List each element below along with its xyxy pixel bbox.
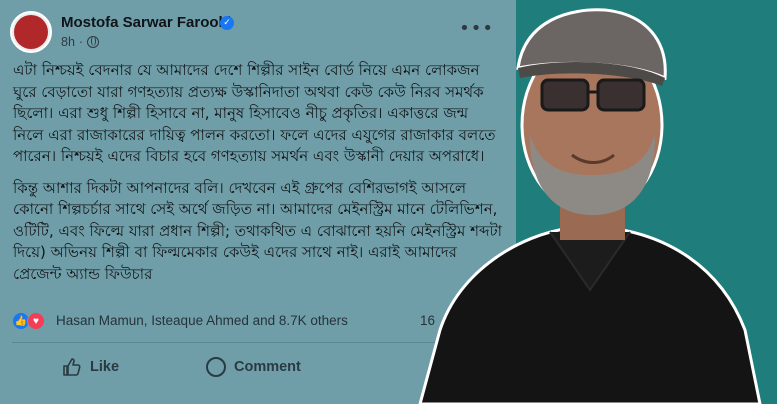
comment-bubble-icon <box>206 357 226 377</box>
comment-button[interactable]: Comment <box>206 356 301 378</box>
thumbs-up-icon <box>63 358 81 376</box>
verified-badge-icon: ✓ <box>220 16 234 30</box>
globe-icon <box>87 36 100 48</box>
post-meta: 8h · <box>61 35 100 49</box>
like-button[interactable]: Like <box>62 356 119 378</box>
portrait-photo <box>418 0 777 404</box>
love-reaction-icon: ♥ <box>27 312 45 330</box>
reactors-text[interactable]: Hasan Mamun, Isteaque Ahmed and 8.7K oth… <box>56 313 348 328</box>
post-time[interactable]: 8h <box>61 35 75 49</box>
comment-label: Comment <box>234 359 301 375</box>
avatar-image <box>14 15 48 49</box>
author-name[interactable]: Mostofa Sarwar Farooki <box>61 14 231 31</box>
author-avatar[interactable] <box>10 11 52 53</box>
like-label: Like <box>90 359 120 375</box>
